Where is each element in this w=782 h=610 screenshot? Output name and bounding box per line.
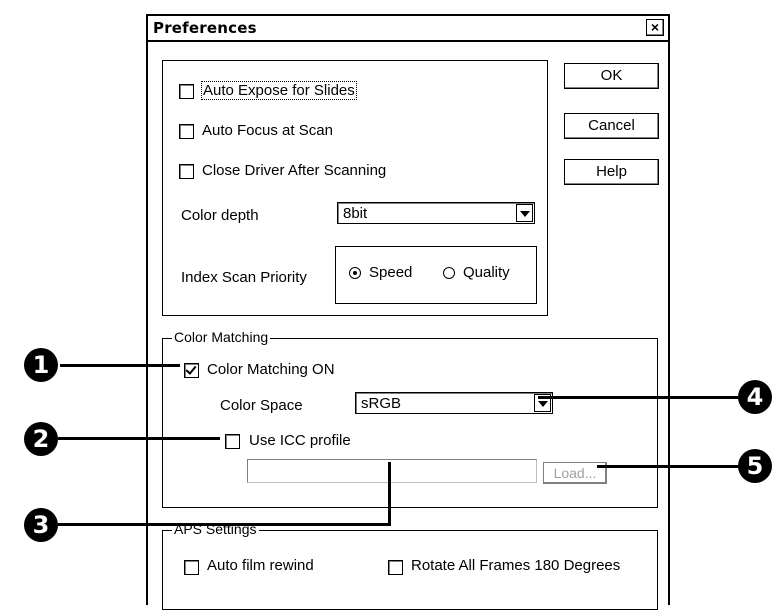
callout-badge-5: 5 xyxy=(738,449,772,483)
close-driver-label: Close Driver After Scanning xyxy=(202,162,387,179)
title-bar: Preferences × xyxy=(148,16,668,42)
chevron-down-icon[interactable] xyxy=(516,204,533,222)
color-matching-on-label: Color Matching ON xyxy=(207,361,335,378)
auto-expose-label: Auto Expose for Slides xyxy=(201,81,357,100)
quality-radio[interactable] xyxy=(443,267,455,279)
callout-line-5 xyxy=(597,465,747,468)
help-button[interactable]: Help xyxy=(564,159,659,185)
close-driver-checkbox[interactable] xyxy=(179,164,194,179)
use-icc-profile-checkbox[interactable] xyxy=(225,434,240,449)
preferences-dialog: Preferences × Auto Expose for Slides Aut… xyxy=(146,14,670,610)
speed-radio[interactable] xyxy=(349,267,361,279)
auto-film-rewind-checkbox[interactable] xyxy=(184,560,199,575)
callout-line-2 xyxy=(58,437,220,440)
color-matching-group-label: Color Matching xyxy=(172,329,271,345)
callout-badge-1: 1 xyxy=(24,348,58,382)
color-space-value: sRGB xyxy=(361,395,402,412)
callout-line-1 xyxy=(60,364,180,367)
speed-label: Speed xyxy=(369,264,413,281)
index-scan-priority-label: Index Scan Priority xyxy=(181,269,307,286)
color-depth-select[interactable]: 8bit xyxy=(337,202,535,224)
auto-expose-checkbox[interactable] xyxy=(179,84,194,99)
color-matching-group: Color Matching Color Matching ON Color S… xyxy=(162,329,658,508)
callout-badge-2: 2 xyxy=(24,422,58,456)
general-settings-group: Auto Expose for Slides Auto Focus at Sca… xyxy=(162,60,548,316)
color-space-label: Color Space xyxy=(220,397,303,414)
callout-line-3-vertical xyxy=(388,462,391,526)
index-scan-priority-box: Speed Quality xyxy=(335,246,537,304)
rotate-frames-label: Rotate All Frames 180 Degrees xyxy=(411,557,621,574)
aps-settings-group: APS Settings Auto film rewind Rotate All… xyxy=(162,521,658,610)
callout-badge-4: 4 xyxy=(738,380,772,414)
auto-focus-checkbox[interactable] xyxy=(179,124,194,139)
callout-badge-3: 3 xyxy=(24,508,58,542)
color-depth-value: 8bit xyxy=(343,205,368,222)
use-icc-profile-label: Use ICC profile xyxy=(249,432,351,449)
auto-film-rewind-label: Auto film rewind xyxy=(207,557,314,574)
close-icon[interactable]: × xyxy=(646,19,664,36)
color-matching-on-checkbox[interactable] xyxy=(184,363,199,378)
rotate-frames-checkbox[interactable] xyxy=(388,560,403,575)
ok-button[interactable]: OK xyxy=(564,63,659,89)
dialog-title: Preferences xyxy=(153,19,257,37)
cancel-button[interactable]: Cancel xyxy=(564,113,659,139)
icc-profile-path-field[interactable] xyxy=(247,459,537,483)
callout-line-3-horizontal xyxy=(58,523,391,526)
callout-line-4 xyxy=(538,396,748,399)
auto-focus-label: Auto Focus at Scan xyxy=(202,122,333,139)
quality-label: Quality xyxy=(463,264,510,281)
color-space-select[interactable]: sRGB xyxy=(355,392,553,414)
color-depth-label: Color depth xyxy=(181,207,259,224)
